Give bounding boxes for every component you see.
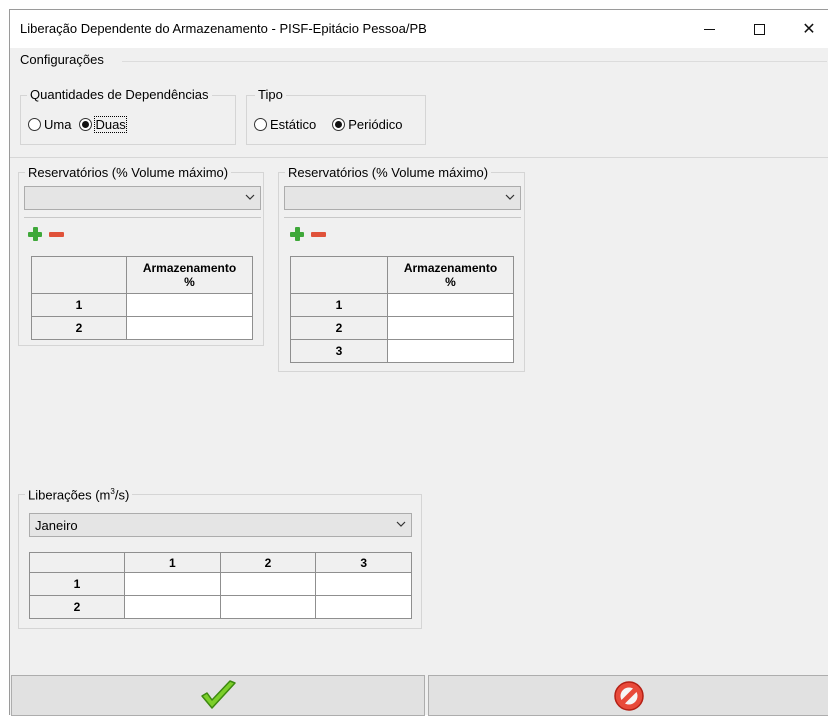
- liberacoes-table: 1 2 3 1 2: [29, 552, 412, 619]
- radio-duas-label: Duas: [94, 116, 127, 133]
- column-header: 3: [315, 552, 412, 573]
- column-header-line1: Armazenamento: [142, 261, 237, 275]
- chevron-down-icon: [505, 194, 515, 200]
- minimize-icon: [703, 28, 715, 30]
- chevron-down-icon: [245, 194, 255, 200]
- reservoir2-label: Reservatórios (% Volume máximo): [285, 165, 492, 180]
- reservoir1-label: Reservatórios (% Volume máximo): [25, 165, 232, 180]
- row-header: 2: [29, 595, 125, 619]
- remove-icon[interactable]: [48, 226, 64, 242]
- table-corner: [290, 256, 388, 294]
- tipo-label: Tipo: [255, 87, 286, 102]
- table-corner: [31, 256, 127, 294]
- radio-estatico-indicator[interactable]: [254, 118, 267, 131]
- liberacao-cell[interactable]: [124, 572, 221, 596]
- column-header-armazenamento: Armazenamento %: [126, 256, 253, 294]
- reservoir2-table: Armazenamento % 1 2 3: [290, 256, 514, 363]
- column-header-line1: Armazenamento: [403, 261, 498, 275]
- row-header: 2: [290, 316, 388, 340]
- row-header: 1: [290, 293, 388, 317]
- column-header: 1: [124, 552, 221, 573]
- reservoir2-group: Reservatórios (% Volume máximo) Armazena…: [278, 165, 525, 372]
- column-header-armazenamento: Armazenamento %: [387, 256, 514, 294]
- row-header: 2: [31, 316, 127, 340]
- row-header: 3: [290, 339, 388, 363]
- cancel-button[interactable]: [428, 675, 828, 716]
- green-checkmark-icon: [201, 679, 236, 709]
- armazenamento-cell[interactable]: [126, 316, 253, 340]
- liberacoes-label-unit: /s): [114, 487, 130, 503]
- liberacoes-label: Liberações (m3/s): [25, 487, 133, 503]
- radio-uma-indicator[interactable]: [28, 118, 41, 131]
- reservoir1-separator: [24, 217, 261, 218]
- armazenamento-cell[interactable]: [387, 339, 514, 363]
- configuracoes-label: Configurações: [20, 52, 104, 67]
- configuracoes-separator: [122, 61, 827, 62]
- reservoir1-select[interactable]: [24, 186, 261, 210]
- armazenamento-cell[interactable]: [126, 293, 253, 317]
- close-icon: ✕: [802, 21, 816, 38]
- radio-periodico[interactable]: Periódico: [332, 117, 402, 132]
- radio-duas[interactable]: Duas: [79, 116, 127, 133]
- confirm-button[interactable]: [11, 675, 425, 716]
- column-header-line2: %: [445, 275, 456, 289]
- row-header: 1: [31, 293, 127, 317]
- reservoir1-group: Reservatórios (% Volume máximo) Armazena…: [18, 165, 264, 346]
- section-divider: [10, 157, 828, 158]
- radio-duas-indicator[interactable]: [79, 118, 93, 131]
- radio-estatico[interactable]: Estático: [254, 117, 316, 132]
- dialog-window: Liberação Dependente do Armazenamento - …: [9, 9, 828, 716]
- liberacao-cell[interactable]: [315, 595, 412, 619]
- liberacao-cell[interactable]: [219, 572, 317, 596]
- window-title: Liberação Dependente do Armazenamento - …: [20, 21, 427, 36]
- liberacao-cell[interactable]: [315, 572, 412, 596]
- reservoir2-separator: [284, 217, 521, 218]
- liberacao-cell[interactable]: [124, 595, 221, 619]
- add-icon[interactable]: [289, 226, 305, 242]
- maximize-icon: [753, 23, 765, 35]
- reservoir2-select[interactable]: [284, 186, 521, 210]
- add-icon[interactable]: [27, 226, 43, 242]
- month-select[interactable]: Janeiro: [29, 513, 412, 537]
- armazenamento-cell[interactable]: [387, 293, 514, 317]
- radio-estatico-label: Estático: [270, 117, 317, 132]
- liberacoes-label-text: Liberações (m: [28, 487, 111, 503]
- quantidades-label: Quantidades de Dependências: [27, 87, 212, 102]
- radio-periodico-indicator[interactable]: [332, 118, 346, 131]
- chevron-down-icon: [396, 521, 406, 527]
- table-corner: [29, 552, 125, 573]
- radio-uma-label: Uma: [44, 117, 72, 132]
- column-header: 2: [219, 552, 317, 573]
- row-header: 1: [29, 572, 125, 596]
- title-bar: Liberação Dependente do Armazenamento - …: [10, 10, 828, 48]
- armazenamento-cell[interactable]: [387, 316, 514, 340]
- liberacao-cell[interactable]: [219, 595, 317, 619]
- month-select-value: Janeiro: [35, 518, 78, 533]
- liberacoes-group: Liberações (m3/s) Janeiro 1 2 3 1 2: [18, 487, 422, 629]
- maximize-button[interactable]: [736, 10, 782, 48]
- close-button[interactable]: ✕: [786, 10, 828, 48]
- column-header-line2: %: [184, 275, 195, 289]
- tipo-group: Tipo Estático Periódico: [246, 87, 426, 145]
- reservoir1-table: Armazenamento % 1 2: [31, 256, 253, 340]
- red-prohibited-icon: [613, 680, 644, 711]
- remove-icon[interactable]: [310, 226, 326, 242]
- quantidades-group: Quantidades de Dependências Uma Duas: [20, 87, 236, 145]
- radio-uma[interactable]: Uma: [28, 117, 71, 132]
- radio-periodico-label: Periódico: [348, 117, 403, 132]
- minimize-button[interactable]: [686, 10, 732, 48]
